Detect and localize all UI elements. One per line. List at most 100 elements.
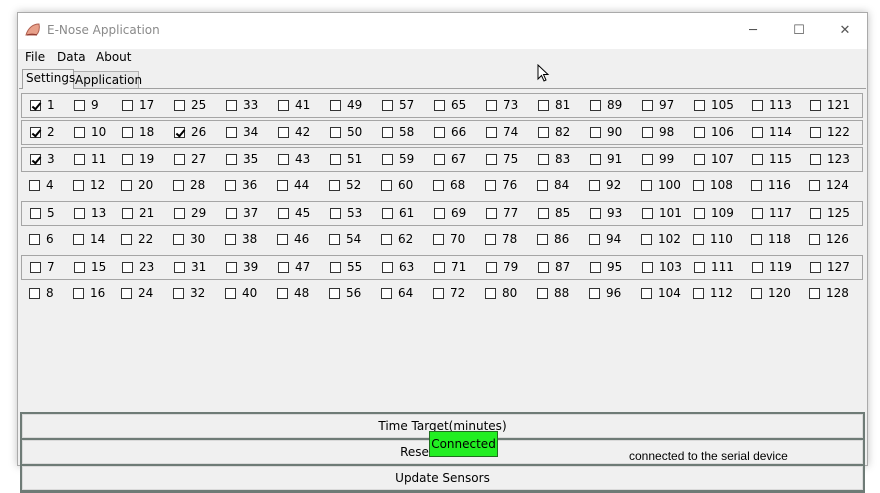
menu-about[interactable]: About xyxy=(96,50,131,64)
sensor-checkbox[interactable] xyxy=(752,262,763,273)
menu-file[interactable]: File xyxy=(25,50,45,64)
sensor-checkbox[interactable] xyxy=(537,180,548,191)
sensor-checkbox[interactable] xyxy=(173,234,184,245)
sensor-checkbox[interactable] xyxy=(590,262,601,273)
sensor-checkbox[interactable] xyxy=(174,154,185,165)
sensor-checkbox[interactable] xyxy=(434,127,445,138)
sensor-checkbox[interactable] xyxy=(589,288,600,299)
sensor-checkbox[interactable] xyxy=(278,262,289,273)
sensor-checkbox[interactable] xyxy=(277,180,288,191)
sensor-checkbox[interactable] xyxy=(174,100,185,111)
sensor-checkbox[interactable] xyxy=(810,262,821,273)
sensor-checkbox[interactable] xyxy=(329,234,340,245)
update-sensors-button[interactable]: Update Sensors xyxy=(22,466,863,490)
sensor-checkbox[interactable] xyxy=(434,208,445,219)
sensor-checkbox[interactable] xyxy=(590,208,601,219)
sensor-checkbox[interactable] xyxy=(752,208,763,219)
sensor-checkbox[interactable] xyxy=(433,180,444,191)
sensor-checkbox[interactable] xyxy=(330,208,341,219)
sensor-checkbox[interactable] xyxy=(486,100,497,111)
sensor-checkbox[interactable] xyxy=(642,154,653,165)
sensor-checkbox[interactable] xyxy=(809,288,820,299)
sensor-checkbox[interactable] xyxy=(278,154,289,165)
sensor-checkbox[interactable] xyxy=(225,180,236,191)
sensor-checkbox[interactable] xyxy=(693,180,704,191)
sensor-checkbox[interactable] xyxy=(122,262,133,273)
sensor-checkbox[interactable] xyxy=(538,100,549,111)
sensor-checkbox[interactable] xyxy=(433,288,444,299)
sensor-checkbox[interactable] xyxy=(74,100,85,111)
sensor-checkbox[interactable] xyxy=(589,180,600,191)
sensor-checkbox[interactable] xyxy=(225,234,236,245)
sensor-checkbox[interactable] xyxy=(330,262,341,273)
sensor-checkbox[interactable] xyxy=(694,262,705,273)
sensor-checkbox[interactable] xyxy=(433,234,444,245)
sensor-checkbox[interactable] xyxy=(642,127,653,138)
sensor-checkbox[interactable] xyxy=(486,262,497,273)
connection-status-button[interactable]: Connected xyxy=(429,431,498,457)
sensor-checkbox[interactable] xyxy=(382,154,393,165)
sensor-checkbox[interactable] xyxy=(381,234,392,245)
sensor-checkbox[interactable] xyxy=(590,100,601,111)
sensor-checkbox[interactable] xyxy=(226,262,237,273)
sensor-checkbox[interactable] xyxy=(538,154,549,165)
sensor-checkbox[interactable] xyxy=(121,234,132,245)
sensor-checkbox[interactable] xyxy=(485,180,496,191)
sensor-checkbox[interactable] xyxy=(121,288,132,299)
sensor-checkbox[interactable] xyxy=(330,127,341,138)
sensor-checkbox[interactable] xyxy=(693,234,704,245)
sensor-checkbox[interactable] xyxy=(590,127,601,138)
sensor-checkbox[interactable] xyxy=(694,100,705,111)
sensor-checkbox[interactable] xyxy=(381,180,392,191)
sensor-checkbox[interactable] xyxy=(30,100,41,111)
sensor-checkbox[interactable] xyxy=(174,262,185,273)
sensor-checkbox[interactable] xyxy=(486,127,497,138)
sensor-checkbox[interactable] xyxy=(382,127,393,138)
sensor-checkbox[interactable] xyxy=(752,100,763,111)
close-button[interactable]: ✕ xyxy=(822,13,868,49)
sensor-checkbox[interactable] xyxy=(381,288,392,299)
sensor-checkbox[interactable] xyxy=(434,154,445,165)
sensor-checkbox[interactable] xyxy=(382,262,393,273)
sensor-checkbox[interactable] xyxy=(752,154,763,165)
sensor-checkbox[interactable] xyxy=(809,234,820,245)
sensor-checkbox[interactable] xyxy=(382,208,393,219)
sensor-checkbox[interactable] xyxy=(641,288,652,299)
sensor-checkbox[interactable] xyxy=(29,288,40,299)
sensor-checkbox[interactable] xyxy=(30,208,41,219)
sensor-checkbox[interactable] xyxy=(30,262,41,273)
sensor-checkbox[interactable] xyxy=(641,180,652,191)
sensor-checkbox[interactable] xyxy=(277,234,288,245)
sensor-checkbox[interactable] xyxy=(330,154,341,165)
sensor-checkbox[interactable] xyxy=(122,208,133,219)
sensor-checkbox[interactable] xyxy=(434,100,445,111)
sensor-checkbox[interactable] xyxy=(810,208,821,219)
tab-application[interactable]: Application xyxy=(71,71,142,89)
sensor-checkbox[interactable] xyxy=(809,180,820,191)
sensor-checkbox[interactable] xyxy=(641,234,652,245)
sensor-checkbox[interactable] xyxy=(173,288,184,299)
sensor-checkbox[interactable] xyxy=(225,288,236,299)
maximize-button[interactable]: ☐ xyxy=(776,13,822,49)
sensor-checkbox[interactable] xyxy=(751,180,762,191)
sensor-checkbox[interactable] xyxy=(642,100,653,111)
sensor-checkbox[interactable] xyxy=(122,154,133,165)
sensor-checkbox[interactable] xyxy=(537,288,548,299)
sensor-checkbox[interactable] xyxy=(538,262,549,273)
tab-settings[interactable]: Settings xyxy=(22,69,75,89)
sensor-checkbox[interactable] xyxy=(538,127,549,138)
sensor-checkbox[interactable] xyxy=(226,154,237,165)
sensor-checkbox[interactable] xyxy=(694,208,705,219)
sensor-checkbox[interactable] xyxy=(173,180,184,191)
sensor-checkbox[interactable] xyxy=(434,262,445,273)
sensor-checkbox[interactable] xyxy=(589,234,600,245)
sensor-checkbox[interactable] xyxy=(751,288,762,299)
sensor-checkbox[interactable] xyxy=(29,234,40,245)
sensor-checkbox[interactable] xyxy=(73,234,84,245)
sensor-checkbox[interactable] xyxy=(485,288,496,299)
sensor-checkbox[interactable] xyxy=(74,127,85,138)
sensor-checkbox[interactable] xyxy=(694,127,705,138)
sensor-checkbox[interactable] xyxy=(810,127,821,138)
sensor-checkbox[interactable] xyxy=(751,234,762,245)
sensor-checkbox[interactable] xyxy=(810,154,821,165)
